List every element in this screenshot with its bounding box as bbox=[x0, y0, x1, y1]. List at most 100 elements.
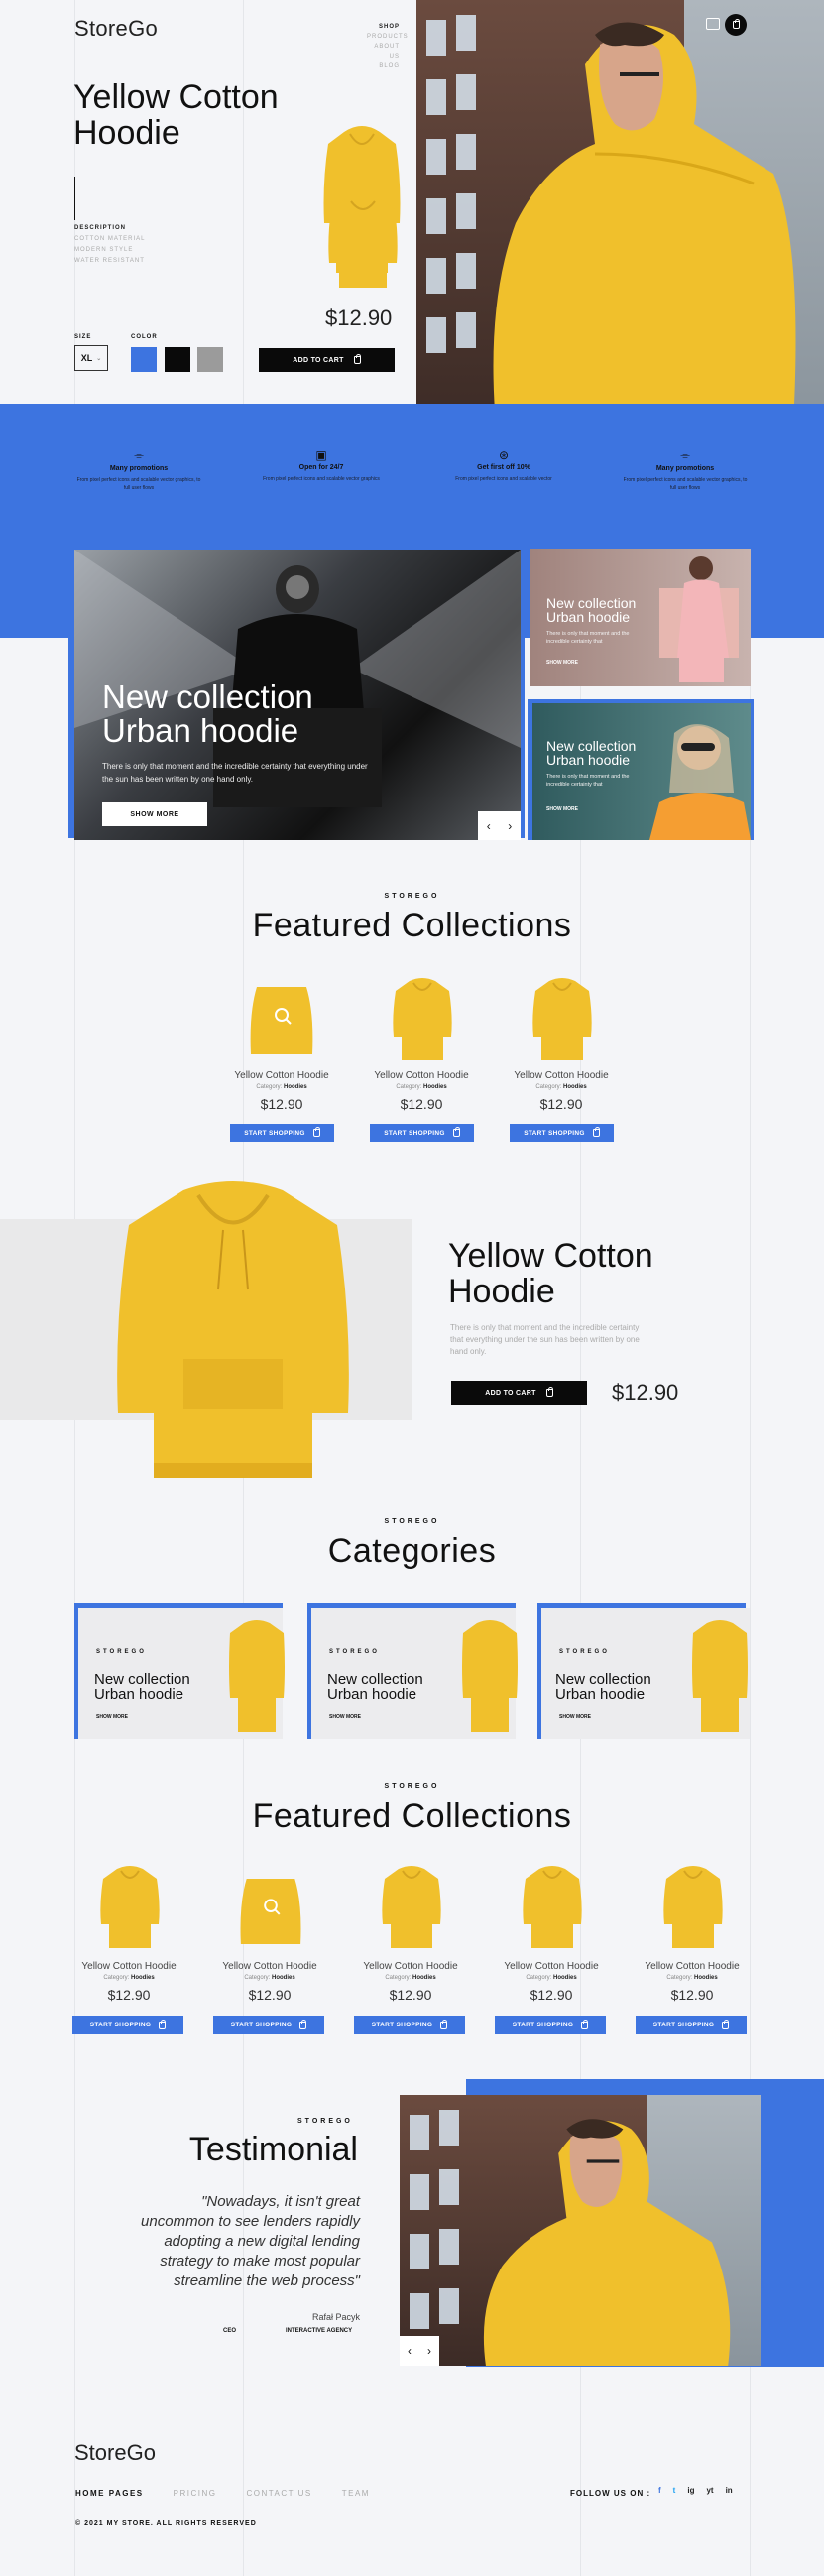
product-category: Category: Hoodies bbox=[396, 1084, 447, 1090]
category-card[interactable]: STOREGO New collection Urban hoodie SHOW … bbox=[307, 1603, 519, 1739]
spotlight-text: There is only that moment and the incred… bbox=[450, 1323, 640, 1356]
product-image bbox=[662, 1865, 724, 1950]
color-swatch-blue[interactable] bbox=[131, 347, 157, 372]
category-link[interactable]: SHOW MORE bbox=[96, 1714, 128, 1720]
footer-nav: HOME PAGES PRICING CONTACT US TEAM bbox=[75, 2489, 370, 2498]
product-image bbox=[392, 977, 453, 1062]
add-to-cart-button[interactable]: ADD TO CART bbox=[259, 348, 395, 372]
testimonial-quote: "Nowadays, it isn't great uncommon to see… bbox=[141, 2193, 360, 2289]
prev-arrow-icon[interactable]: ‹ bbox=[408, 2344, 412, 2358]
product-category: Category: Hoodies bbox=[256, 1084, 307, 1090]
prev-arrow-icon[interactable]: ‹ bbox=[487, 819, 491, 833]
show-more-button[interactable]: SHOW MORE bbox=[102, 802, 207, 826]
product-price: $12.90 bbox=[539, 1096, 583, 1112]
color-swatch-black[interactable] bbox=[165, 347, 190, 372]
product-image bbox=[247, 983, 316, 1058]
product-price: $12.90 bbox=[400, 1096, 443, 1112]
main-banner: New collection Urban hoodie There is only… bbox=[74, 550, 521, 840]
banner-text: There is only that moment and the incred… bbox=[102, 762, 368, 784]
start-shopping-button[interactable]: START SHOPPING bbox=[510, 1124, 614, 1142]
instagram-icon[interactable]: ig bbox=[687, 2486, 694, 2495]
product-image bbox=[237, 1873, 304, 1950]
product-name: Yellow Cotton Hoodie bbox=[234, 1070, 329, 1081]
start-shopping-button[interactable]: START SHOPPING bbox=[636, 2016, 747, 2034]
product-price: $12.90 bbox=[107, 1987, 151, 2003]
cart-icon[interactable] bbox=[725, 14, 747, 36]
product-price: $12.90 bbox=[530, 1987, 573, 2003]
testimonial-author: Rafał Pacyk bbox=[311, 2312, 360, 2322]
side-banner-link[interactable]: SHOW MORE bbox=[546, 806, 578, 812]
size-select[interactable]: XL ⌄ bbox=[74, 345, 108, 371]
nav-item-shop[interactable]: SHOP bbox=[367, 22, 400, 32]
start-shopping-button[interactable]: START SHOPPING bbox=[495, 2016, 606, 2034]
product-name: Yellow Cotton Hoodie bbox=[504, 1961, 599, 1972]
footer-logo[interactable]: StoreGo bbox=[74, 2440, 156, 2466]
follow-label: FOLLOW US ON : bbox=[570, 2489, 651, 2498]
feature-item: ⊛ Get first off 10% From pixel perfect i… bbox=[439, 448, 568, 483]
category-link[interactable]: SHOW MORE bbox=[559, 1714, 591, 1720]
nav-item-about[interactable]: ABOUT US bbox=[367, 42, 400, 61]
twitter-icon[interactable]: t bbox=[673, 2486, 676, 2495]
side-banner-text: There is only that moment and the incred… bbox=[546, 631, 630, 645]
social-links: f t ig yt in bbox=[658, 2486, 733, 2495]
footer-link-home[interactable]: HOME PAGES bbox=[75, 2489, 144, 2498]
start-shopping-button[interactable]: START SHOPPING bbox=[370, 1124, 474, 1142]
side-banner-1[interactable]: New collection Urban hoodie There is only… bbox=[530, 549, 751, 686]
product-category: Category: Hoodies bbox=[385, 1975, 436, 1981]
color-label: COLOR bbox=[131, 334, 158, 340]
category-kicker: STOREGO bbox=[96, 1649, 147, 1655]
percent-icon: ⊛ bbox=[498, 448, 510, 462]
chevron-down-icon: ⌄ bbox=[96, 355, 102, 362]
category-title: New collection Urban hoodie bbox=[555, 1671, 651, 1703]
product-category: Category: Hoodies bbox=[103, 1975, 155, 1981]
nav-item-products[interactable]: PRODUCTS bbox=[367, 32, 408, 42]
start-shopping-button[interactable]: START SHOPPING bbox=[213, 2016, 324, 2034]
nav-item-blog[interactable]: BLOG bbox=[367, 61, 400, 71]
start-shopping-button[interactable]: START SHOPPING bbox=[354, 2016, 465, 2034]
testimonial-photo: ‹ › bbox=[400, 2095, 761, 2366]
linkedin-icon[interactable]: in bbox=[726, 2486, 733, 2495]
color-swatch-gray[interactable] bbox=[197, 347, 223, 372]
hero-photo bbox=[416, 0, 824, 425]
category-card[interactable]: STOREGO New collection Urban hoodie SHOW … bbox=[537, 1603, 750, 1739]
product-category: Category: Hoodies bbox=[535, 1084, 587, 1090]
start-shopping-button[interactable]: START SHOPPING bbox=[230, 1124, 334, 1142]
category-link[interactable]: SHOW MORE bbox=[329, 1714, 361, 1720]
gift-icon: ▣ bbox=[315, 448, 327, 462]
footer-link-pricing[interactable]: PRICING bbox=[174, 2489, 217, 2498]
side-banner-2[interactable]: New collection Urban hoodie There is only… bbox=[532, 703, 751, 840]
hero-title: Yellow Cotton Hoodie bbox=[73, 78, 279, 152]
facebook-icon[interactable]: f bbox=[658, 2486, 661, 2495]
youtube-icon[interactable]: yt bbox=[706, 2486, 713, 2495]
spotlight-add-to-cart-button[interactable]: ADD TO CART bbox=[451, 1381, 587, 1405]
category-hoodie-image bbox=[228, 1619, 286, 1734]
wishlist-icon[interactable] bbox=[706, 18, 720, 30]
category-card[interactable]: STOREGO New collection Urban hoodie SHOW … bbox=[74, 1603, 286, 1739]
product-name: Yellow Cotton Hoodie bbox=[645, 1961, 740, 1972]
testimonial-title: Testimonial bbox=[188, 2131, 358, 2168]
brand-logo[interactable]: StoreGo bbox=[74, 16, 158, 42]
start-shopping-button[interactable]: START SHOPPING bbox=[72, 2016, 183, 2034]
testimonial-slider-controls: ‹ › bbox=[400, 2336, 439, 2366]
spotlight-price: $12.90 bbox=[612, 1380, 679, 1405]
feature-item: ⌯ Many promotions From pixel perfect ico… bbox=[74, 448, 203, 492]
product-price: $12.90 bbox=[260, 1096, 303, 1112]
tag-icon: ⌯ bbox=[134, 448, 144, 462]
page: { "brand":"StoreGo", "nav":{"items":["SH… bbox=[0, 0, 824, 2576]
section-kicker: STOREGO bbox=[384, 1783, 440, 1790]
spotlight-hoodie-image bbox=[114, 1180, 352, 1483]
product-category: Category: Hoodies bbox=[526, 1975, 577, 1981]
next-arrow-icon[interactable]: › bbox=[427, 2344, 431, 2358]
category-hoodie-image bbox=[461, 1619, 519, 1734]
footer-link-contact[interactable]: CONTACT US bbox=[246, 2489, 311, 2498]
banner-title: New collection Urban hoodie bbox=[102, 678, 313, 749]
category-title: New collection Urban hoodie bbox=[94, 1671, 190, 1703]
product-price: $12.90 bbox=[389, 1987, 432, 2003]
footer-link-team[interactable]: TEAM bbox=[342, 2489, 370, 2498]
next-arrow-icon[interactable]: › bbox=[508, 819, 512, 833]
side-banner-link[interactable]: SHOW MORE bbox=[546, 660, 578, 666]
feature-item: ⌯ Many promotions From pixel perfect ico… bbox=[621, 448, 750, 492]
category-title: New collection Urban hoodie bbox=[327, 1671, 423, 1703]
product-image bbox=[522, 1865, 583, 1950]
tag-icon: ⌯ bbox=[680, 448, 690, 462]
